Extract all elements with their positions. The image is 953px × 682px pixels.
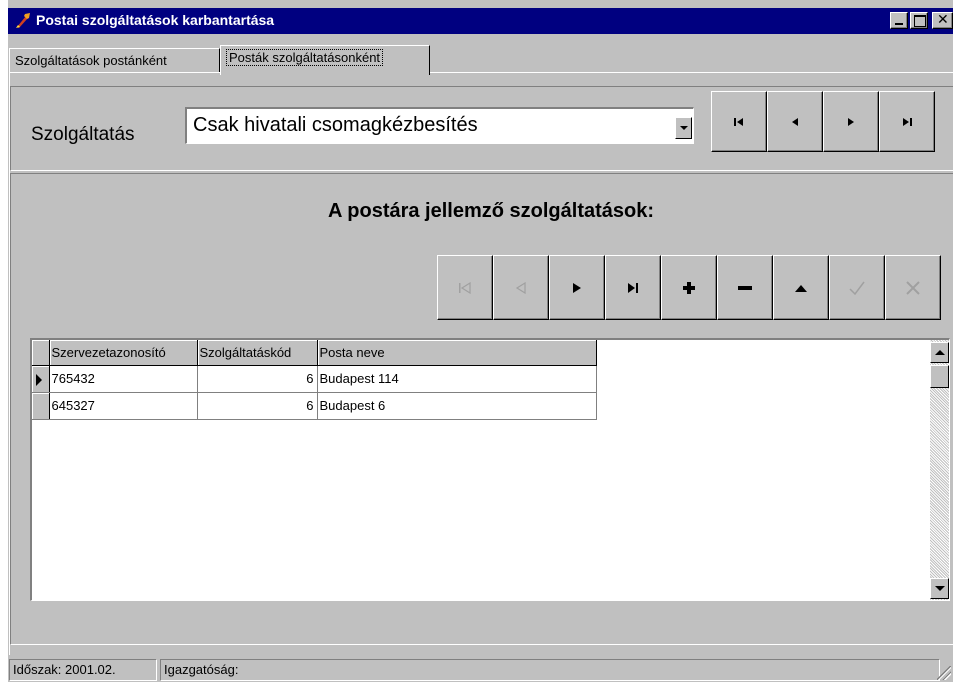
app-window: Postai szolgáltatások karbantartása ✕ Sz… <box>0 0 953 682</box>
scroll-up-button[interactable] <box>930 342 949 363</box>
insert-icon <box>683 281 695 294</box>
cell-post-name[interactable]: Budapest 6 <box>317 392 597 420</box>
edit-icon <box>795 284 807 292</box>
cell-org-id[interactable]: 645327 <box>49 392 198 420</box>
grid-table: Szervezetazonosító Szolgáltatáskód Posta… <box>32 340 597 420</box>
cancel-icon <box>906 280 920 295</box>
grid-last-button[interactable] <box>605 255 661 320</box>
row-indicator[interactable] <box>32 392 50 420</box>
title-bar[interactable]: Postai szolgáltatások karbantartása ✕ <box>8 8 953 34</box>
grid-first-button[interactable] <box>437 255 493 320</box>
table-row[interactable]: 765432 6 Budapest 114 <box>32 365 597 393</box>
grid-post-button[interactable] <box>829 255 885 320</box>
status-directorate: Igazgatóság: <box>160 659 940 681</box>
nav-next-button[interactable] <box>823 91 879 152</box>
status-period: Időszak: 2001.02. <box>9 659 157 681</box>
close-button[interactable]: ✕ <box>932 12 953 29</box>
tab-posts-by-service[interactable]: Posták szolgáltatásonként <box>220 45 430 75</box>
tab-label: Posták szolgáltatásonként <box>226 49 384 66</box>
cell-org-id[interactable]: 765432 <box>49 365 198 393</box>
header-indicator-cell <box>32 340 50 366</box>
grid-next-button[interactable] <box>549 255 605 320</box>
scroll-thumb[interactable] <box>930 365 949 388</box>
scroll-down-button[interactable] <box>930 578 949 599</box>
grid-edit-button[interactable] <box>773 255 829 320</box>
section-heading: A postára jellemző szolgáltatások: <box>328 200 655 222</box>
prior-icon <box>515 281 526 294</box>
minimize-button[interactable] <box>890 12 908 29</box>
cell-post-name[interactable]: Budapest 114 <box>317 365 597 393</box>
vertical-scrollbar[interactable] <box>930 340 949 600</box>
next-record-icon <box>848 117 854 126</box>
grid-prior-button[interactable] <box>493 255 549 320</box>
current-row-arrow-icon <box>36 373 42 386</box>
prior-record-icon <box>792 117 798 126</box>
first-record-icon <box>734 117 743 126</box>
nav-prior-button[interactable] <box>767 91 823 152</box>
nav-first-button[interactable] <box>711 91 767 152</box>
delete-icon <box>738 285 752 290</box>
tab-services-by-post[interactable]: Szolgáltatások postánként <box>9 48 220 72</box>
nav-last-button[interactable] <box>879 91 935 152</box>
app-icon[interactable] <box>14 11 32 29</box>
cell-service-code[interactable]: 6 <box>197 365 318 393</box>
row-indicator[interactable] <box>32 365 50 393</box>
cell-service-code[interactable]: 6 <box>197 392 318 420</box>
service-label: Szolgáltatás <box>31 124 135 145</box>
status-bar: Időszak: 2001.02. Igazgatóság: <box>8 655 953 682</box>
next-icon <box>573 282 581 293</box>
service-selected-value: Csak hivatali csomagkézbesítés <box>193 114 478 136</box>
last-icon <box>628 282 638 293</box>
resize-grip-icon[interactable] <box>937 666 951 680</box>
window-title: Postai szolgáltatások karbantartása <box>36 12 275 28</box>
grid-cancel-button[interactable] <box>885 255 941 320</box>
grid-header-row: Szervezetazonosító Szolgáltatáskód Posta… <box>32 340 597 366</box>
table-row[interactable]: 645327 6 Budapest 6 <box>32 392 597 420</box>
maximize-button[interactable] <box>910 12 928 29</box>
close-icon: ✕ <box>937 12 949 28</box>
grid-insert-button[interactable] <box>661 255 717 320</box>
grid-delete-button[interactable] <box>717 255 773 320</box>
column-header-service-code[interactable]: Szolgáltatáskód <box>197 340 318 366</box>
last-record-icon <box>903 117 912 126</box>
tab-label: Szolgáltatások postánként <box>15 53 167 68</box>
data-grid[interactable]: Szervezetazonosító Szolgáltatáskód Posta… <box>30 338 950 601</box>
column-header-org-id[interactable]: Szervezetazonosító <box>49 340 198 366</box>
first-icon <box>459 281 471 294</box>
post-icon <box>849 281 865 295</box>
column-header-post-name[interactable]: Posta neve <box>317 340 597 366</box>
service-combobox[interactable]: Csak hivatali csomagkézbesítés <box>185 107 694 144</box>
dropdown-arrow-button[interactable] <box>675 117 692 139</box>
desktop-edge <box>0 0 8 682</box>
